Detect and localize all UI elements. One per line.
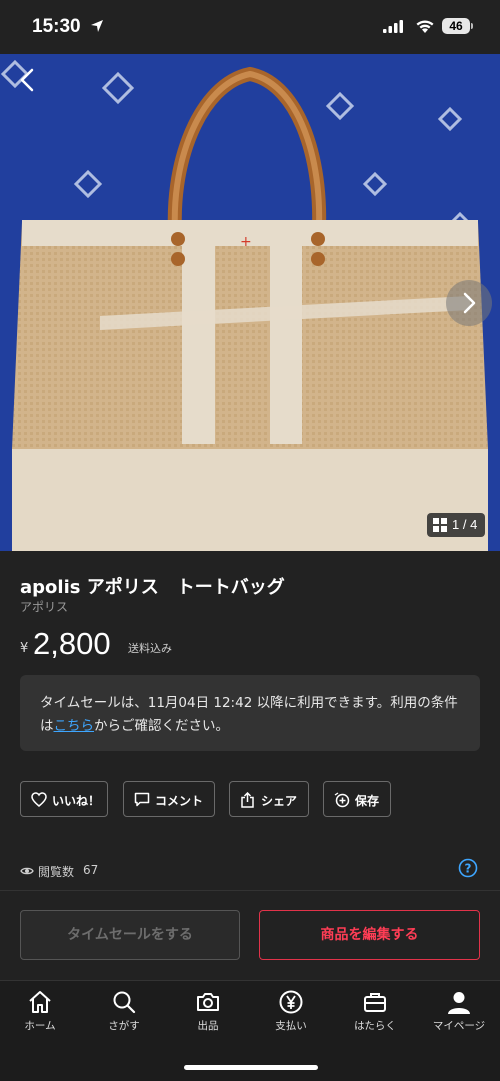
chevron-right-icon: [463, 292, 476, 314]
tab-home-label: ホーム: [24, 1020, 56, 1032]
heart-icon: [31, 792, 47, 807]
product-title: apolis アポリス トートバッグ: [20, 577, 285, 598]
shipping-label: 送料込み: [128, 642, 172, 655]
tab-mypage[interactable]: マイページ: [419, 989, 499, 1039]
comment-icon: [134, 792, 150, 807]
search-icon: [113, 991, 136, 1014]
battery-indicator: 46: [442, 18, 470, 34]
product-image[interactable]: +: [0, 54, 500, 551]
edit-product-button[interactable]: 商品を編集する: [259, 910, 480, 960]
location-arrow-icon: [91, 20, 103, 32]
camera-icon: [197, 993, 219, 1011]
status-bar: 15:30 46: [0, 0, 500, 54]
share-label: シェア: [261, 794, 298, 808]
save-plus-icon: [334, 792, 350, 808]
yen-icon: [279, 990, 303, 1014]
image-counter-text: 1 / 4: [452, 517, 478, 532]
briefcase-icon: [364, 993, 386, 1012]
save-label: 保存: [355, 794, 380, 808]
home-indicator: [184, 1065, 318, 1070]
timesale-notice: タイムセールは、11月04日 12:42 以降に利用できます。利用の条件はこちら…: [20, 675, 480, 751]
timesale-button[interactable]: タイムセールをする: [20, 910, 240, 960]
views-count: 67: [83, 863, 99, 877]
notice-text-after: からご確認ください。: [94, 718, 229, 734]
wifi-icon: [416, 20, 434, 33]
product-price: 2,800: [33, 626, 111, 661]
share-button[interactable]: シェア: [229, 781, 309, 817]
battery-tip: [471, 23, 473, 29]
help-icon[interactable]: ?: [458, 858, 478, 878]
next-image-button[interactable]: [446, 280, 492, 326]
notice-text: タイムセールは、11月04日 12:42 以降に利用できます。利用の条件はこちら…: [40, 692, 470, 738]
like-label: いいね！: [52, 794, 101, 808]
divider: [0, 890, 500, 891]
tab-work-label: はたらく: [354, 1020, 396, 1032]
tab-sell[interactable]: 出品: [168, 989, 248, 1039]
tab-work[interactable]: はたらく: [335, 989, 415, 1039]
tab-home[interactable]: ホーム: [0, 989, 80, 1039]
save-button[interactable]: 保存: [323, 781, 391, 817]
grid-icon: [433, 518, 447, 532]
signal-icon: [383, 20, 403, 33]
tab-search[interactable]: さがす: [84, 989, 164, 1039]
back-chevron-icon[interactable]: [12, 64, 44, 96]
image-counter: 1 / 4: [427, 513, 485, 537]
share-icon: [241, 792, 254, 808]
svg-text:+: +: [240, 234, 252, 250]
notice-link[interactable]: こちら: [54, 718, 95, 734]
tab-mypage-label: マイページ: [432, 1020, 486, 1032]
currency-symbol: ¥: [20, 641, 29, 656]
tab-payment[interactable]: 支払い: [251, 989, 331, 1039]
tab-search-label: さがす: [108, 1020, 140, 1032]
eye-icon: [20, 867, 34, 875]
person-icon: [448, 992, 470, 1014]
like-button[interactable]: いいね！: [20, 781, 108, 817]
views-label: 閲覧数: [38, 865, 75, 879]
product-brand[interactable]: アポリス: [20, 598, 68, 615]
status-time: 15:30: [32, 16, 81, 37]
svg-text:?: ?: [465, 862, 472, 876]
comment-button[interactable]: コメント: [123, 781, 215, 817]
tab-sell-label: 出品: [197, 1020, 219, 1032]
comment-label: コメント: [155, 794, 204, 808]
home-icon: [29, 991, 51, 1013]
tab-payment-label: 支払い: [275, 1020, 307, 1032]
